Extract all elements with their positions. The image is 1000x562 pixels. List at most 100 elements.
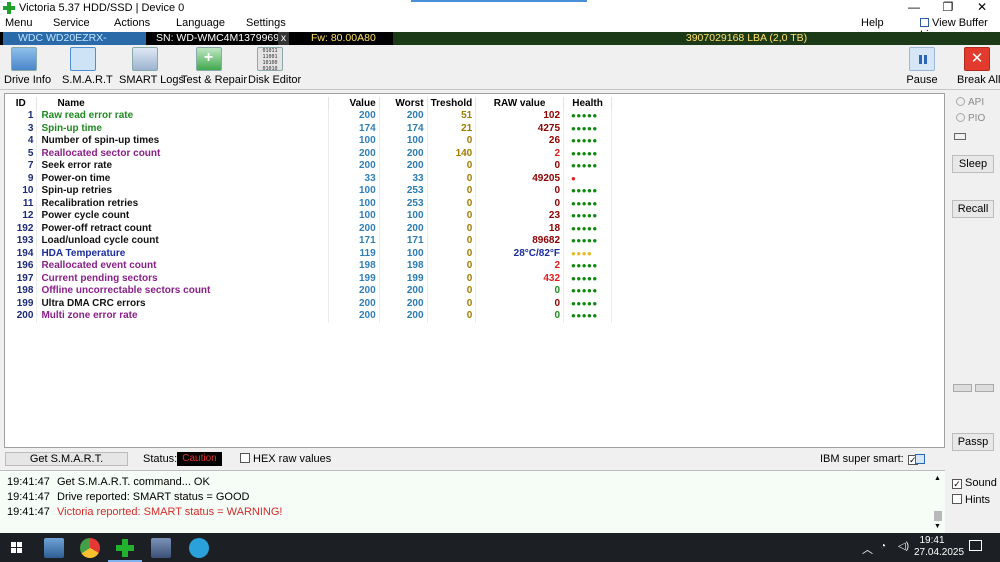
table-row[interactable]: 196 Reallocated event count 198 198 0 2 ●●●●● (5, 260, 612, 273)
taskbar-app-icon[interactable] (151, 538, 171, 558)
taskbar-chrome-icon[interactable] (80, 538, 100, 558)
drive-info-label: Drive Info (4, 74, 52, 86)
menu-bar: Menu Service Actions Language Settings H… (0, 16, 1000, 41)
attr-raw: 0 (475, 297, 565, 310)
taskbar-explorer-icon[interactable] (44, 538, 64, 558)
table-row[interactable]: 1 Raw read error rate 200 200 51 102 ●●●●● (5, 110, 612, 123)
table-row[interactable]: 11 Recalibration retries 100 253 0 0 ●●●●● (5, 197, 612, 210)
passp-button[interactable]: Passp (952, 433, 994, 451)
menu-item-settings[interactable]: Settings (246, 17, 286, 29)
drive-info-button[interactable]: Drive Info (4, 47, 52, 86)
pio-radio[interactable]: PIO (956, 113, 985, 124)
sleep-button[interactable]: Sleep (952, 155, 994, 173)
minimize-button[interactable]: — (898, 0, 930, 16)
log-scrollbar[interactable]: ▲ ▼ (933, 475, 943, 533)
hex-raw-checkbox[interactable]: HEX raw values (240, 453, 331, 465)
smart-button[interactable]: S.M.A.R.T (62, 47, 113, 86)
table-row[interactable]: 192 Power-off retract count 200 200 0 18 ●●●●● (5, 222, 612, 235)
col-worst[interactable]: Worst (379, 97, 428, 110)
attr-health: ●●●●● (563, 222, 612, 235)
restore-button[interactable]: ❐ (932, 0, 964, 16)
attr-threshold: 21 (427, 122, 477, 135)
table-row[interactable]: 3 Spin-up time 174 174 21 4275 ●●●●● (5, 122, 612, 135)
menu-item-language[interactable]: Language (176, 17, 225, 29)
menu-item-help[interactable]: Help (861, 17, 884, 29)
table-row[interactable]: 200 Multi zone error rate 200 200 0 0 ●●●●● (5, 310, 612, 323)
hints-checkbox[interactable]: Hints (952, 494, 990, 506)
table-row[interactable]: 7 Seek error rate 200 200 0 0 ●●●●● (5, 160, 612, 173)
table-row[interactable]: 197 Current pending sectors 199 199 0 432 ●●●●… (5, 272, 612, 285)
side-small-button-left[interactable] (953, 384, 972, 392)
api-radio[interactable]: API (956, 97, 984, 108)
table-row[interactable]: 9 Power-on time 33 33 0 49205 ● (5, 172, 612, 185)
attr-name: Reallocated event count (36, 260, 329, 273)
smart-logs-label: SMART Logs (119, 74, 185, 86)
smart-table-panel[interactable]: ID Name Value Worst Treshold RAW value H… (4, 93, 945, 448)
col-value[interactable]: Value (328, 97, 380, 110)
attr-health: ●●●● (563, 247, 612, 260)
pause-button[interactable]: Pause (905, 47, 939, 86)
hex-raw-label: HEX raw values (253, 453, 332, 465)
menu-item-service[interactable]: Service (53, 17, 90, 29)
scroll-down-icon[interactable]: ▼ (934, 523, 941, 530)
device-box-icon (954, 133, 966, 140)
table-row[interactable]: 5 Reallocated sector count 200 200 140 2 ●●●●● (5, 147, 612, 160)
test-repair-button[interactable]: Test & Repair (181, 47, 247, 86)
table-row[interactable]: 10 Spin-up retries 100 253 0 0 ●●●●● (5, 185, 612, 198)
windows-start-icon[interactable] (11, 542, 23, 554)
table-row[interactable]: 199 Ultra DMA CRC errors 200 200 0 0 ●●●●● (5, 297, 612, 310)
table-row[interactable]: 4 Number of spin-up times 100 100 0 26 ●●●●● (5, 135, 612, 148)
scroll-thumb[interactable] (934, 511, 942, 521)
table-row[interactable]: 198 Offline uncorrectable sectors count 20… (5, 285, 612, 298)
menu-item-menu[interactable]: Menu (5, 17, 33, 29)
scroll-up-icon[interactable]: ▲ (934, 475, 941, 482)
attr-health: ●●●●● (563, 160, 612, 173)
attr-id: 9 (5, 172, 38, 185)
attr-worst: 100 (379, 210, 428, 223)
attr-id: 4 (5, 135, 38, 148)
ibm-extra-icon[interactable] (915, 454, 925, 464)
table-row[interactable]: 193 Load/unload cycle count 171 171 0 89682 ●●… (5, 235, 612, 248)
network-icon[interactable]: ◔ (880, 541, 886, 552)
attr-id: 7 (5, 160, 38, 173)
attr-threshold: 0 (427, 135, 477, 148)
close-button[interactable]: ✕ (966, 0, 998, 16)
attr-value: 198 (328, 260, 380, 273)
drive-close-button[interactable]: x (278, 32, 289, 45)
attr-name: Power-on time (36, 172, 329, 185)
attr-health: ●●●●● (563, 297, 612, 310)
notification-icon[interactable] (969, 540, 982, 551)
break-all-button[interactable]: ✕ Break All (957, 47, 1000, 86)
taskbar-clock[interactable]: 19:41 27.04.2025 (914, 535, 964, 559)
taskbar-telegram-icon[interactable] (189, 538, 209, 558)
table-row[interactable]: 12 Power cycle count 100 100 0 23 ●●●●● (5, 210, 612, 223)
attr-value: 199 (328, 272, 380, 285)
col-id[interactable]: ID (5, 97, 38, 110)
attr-name: Number of spin-up times (36, 135, 329, 148)
volume-icon[interactable]: ◁) (898, 541, 909, 552)
taskbar-victoria-icon[interactable] (115, 538, 135, 558)
attr-value: 100 (328, 135, 380, 148)
attr-value: 100 (328, 197, 380, 210)
attr-health: ●●●●● (563, 135, 612, 148)
disk-editor-button[interactable]: 01011 11001 10100 01010 Disk Editor (248, 47, 301, 86)
ibm-super-smart[interactable]: IBM super smart: ✓ (820, 453, 918, 465)
attr-threshold: 0 (427, 160, 477, 173)
table-row[interactable]: 194 HDA Temperature 119 100 0 28°C/82°F ●●●● (5, 247, 612, 260)
log-time: 19:41:47 (7, 506, 50, 518)
sound-checkbox[interactable]: ✓ Sound (952, 477, 997, 489)
get-smart-button[interactable]: Get S.M.A.R.T. (5, 452, 128, 466)
attr-threshold: 0 (427, 172, 477, 185)
menu-item-actions[interactable]: Actions (114, 17, 150, 29)
recall-button[interactable]: Recall (952, 200, 994, 218)
col-health[interactable]: Health (563, 97, 612, 110)
col-raw[interactable]: RAW value (475, 97, 565, 110)
col-name[interactable]: Name (36, 97, 329, 110)
tray-chevron-icon[interactable]: ︿ (862, 541, 873, 557)
col-threshold[interactable]: Treshold (427, 97, 477, 110)
attr-value: 119 (328, 247, 380, 260)
test-repair-icon (195, 47, 222, 71)
smart-logs-button[interactable]: SMART Logs (119, 47, 185, 86)
side-small-button-right[interactable] (975, 384, 994, 392)
disk-editor-icon: 01011 11001 10100 01010 (257, 47, 283, 72)
